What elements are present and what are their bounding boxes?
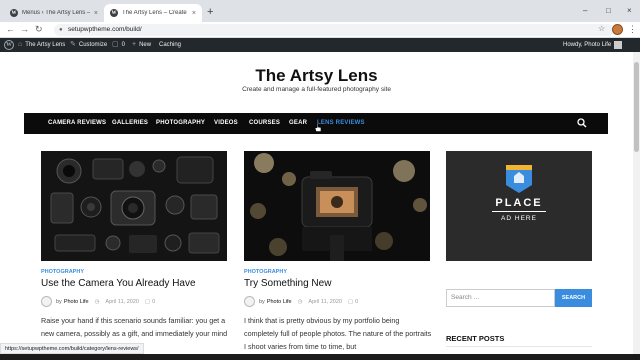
forward-icon[interactable]: → bbox=[20, 24, 29, 34]
maximize-button[interactable]: □ bbox=[606, 6, 611, 15]
author-link[interactable]: Photo Life bbox=[64, 299, 89, 305]
author-avatar bbox=[41, 296, 52, 307]
nav-item-courses[interactable]: COURSES bbox=[249, 113, 280, 134]
by-label: by bbox=[259, 298, 265, 305]
divider bbox=[446, 346, 592, 347]
close-icon[interactable]: × bbox=[192, 10, 196, 17]
howdy-account-link[interactable]: Howdy, Photo Life bbox=[563, 38, 623, 52]
author-avatar bbox=[244, 296, 255, 307]
browser-window: W Menus ‹ The Artsy Lens — WordPress × W… bbox=[0, 0, 640, 360]
post-date[interactable]: April 11, 2020 bbox=[308, 299, 342, 305]
wp-admin-bar: W ⌂ The Artsy Lens ✎ Customize ▢ 0 + New… bbox=[0, 38, 640, 52]
nav-item-galleries[interactable]: GALLERIES bbox=[112, 113, 148, 134]
site-title[interactable]: The Artsy Lens bbox=[0, 66, 633, 86]
ad-place-text: PLACE bbox=[495, 197, 543, 209]
home-icon: ⌂ bbox=[18, 41, 23, 48]
nav-item-videos[interactable]: VIDEOS bbox=[214, 113, 238, 134]
wordpress-icon: W bbox=[10, 9, 18, 17]
badge-logo-icon bbox=[506, 165, 532, 193]
plus-icon: + bbox=[132, 41, 137, 48]
customize-label: Customize bbox=[78, 42, 108, 48]
post-thumbnail-camera-bokeh[interactable] bbox=[244, 151, 430, 261]
wp-logo-button[interactable]: W bbox=[4, 38, 14, 52]
taskbar bbox=[0, 354, 640, 360]
caching-link[interactable]: Caching bbox=[159, 38, 181, 52]
back-icon[interactable]: ← bbox=[6, 24, 15, 34]
comment-icon: ▢ bbox=[347, 298, 354, 305]
lock-icon: ● bbox=[59, 27, 63, 33]
post-category-link[interactable]: PHOTOGRAPHY bbox=[244, 269, 287, 275]
howdy-label: Howdy, Photo Life bbox=[563, 42, 612, 48]
wordpress-logo-icon: W bbox=[4, 40, 14, 50]
caching-label: Caching bbox=[159, 42, 182, 48]
camera-bokeh-image bbox=[244, 151, 430, 261]
status-bar-url: https://setupwptheme.com/build/category/… bbox=[0, 343, 144, 354]
url-text: setupwptheme.com/build/ bbox=[68, 26, 142, 33]
tab-title: The Artsy Lens – Create and manage bbox=[122, 10, 188, 16]
minimize-button[interactable]: – bbox=[583, 6, 587, 15]
profile-avatar[interactable] bbox=[612, 24, 623, 35]
user-avatar bbox=[614, 41, 623, 49]
post-excerpt: I think that is pretty obvious by my por… bbox=[244, 316, 432, 351]
by-label: by bbox=[56, 298, 62, 305]
nav-item-lens-reviews[interactable]: LENS REVIEWS bbox=[317, 113, 365, 134]
admin-site-name-link[interactable]: ⌂ The Artsy Lens bbox=[18, 38, 65, 52]
sidebar-search-button[interactable]: SEARCH bbox=[555, 289, 592, 307]
site-tagline: Create and manage a full-featured photog… bbox=[242, 86, 391, 93]
post-meta: by Photo Life ◷ April 11, 2020 ▢ 0 bbox=[244, 296, 358, 307]
nav-item-gear[interactable]: GEAR bbox=[289, 113, 307, 134]
comment-icon: ▢ bbox=[144, 298, 151, 305]
post-meta: by Photo Life ◷ April 11, 2020 ▢ 0 bbox=[41, 296, 155, 307]
page-viewport: The Artsy Lens Create and manage a full-… bbox=[0, 52, 633, 354]
search-icon[interactable] bbox=[577, 118, 587, 128]
browser-menu-icon[interactable]: ⋮ bbox=[628, 24, 637, 35]
camera-gear-flatlay-image bbox=[41, 151, 227, 261]
tab-strip: W Menus ‹ The Artsy Lens — WordPress × W… bbox=[0, 0, 640, 22]
tab-title: Menus ‹ The Artsy Lens — WordPress bbox=[22, 10, 90, 16]
comments-count: 0 bbox=[121, 42, 125, 48]
clock-icon: ◷ bbox=[297, 298, 303, 305]
customize-link[interactable]: ✎ Customize bbox=[70, 38, 107, 52]
scrollbar-thumb[interactable] bbox=[634, 62, 639, 152]
admin-site-name: The Artsy Lens bbox=[25, 42, 66, 48]
new-tab-button[interactable]: + bbox=[207, 7, 213, 18]
bookmark-star-icon[interactable]: ☆ bbox=[598, 24, 605, 33]
sidebar-ad-banner[interactable]: PLACE AD HERE bbox=[446, 151, 592, 261]
clock-icon: ◷ bbox=[94, 298, 100, 305]
address-bar[interactable]: ● setupwptheme.com/build/ bbox=[54, 24, 614, 36]
tab-menus[interactable]: W Menus ‹ The Artsy Lens — WordPress × bbox=[4, 4, 104, 22]
comment-count[interactable]: 0 bbox=[355, 299, 358, 305]
wordpress-icon: W bbox=[110, 9, 118, 17]
new-label: New bbox=[139, 42, 152, 48]
post-date[interactable]: April 11, 2020 bbox=[105, 299, 139, 305]
ad-here-text: AD HERE bbox=[501, 215, 537, 222]
post-title-link[interactable]: Use the Camera You Already Have bbox=[41, 278, 196, 289]
post-title-link[interactable]: Try Something New bbox=[244, 278, 331, 289]
tab-the-artsy-lens[interactable]: W The Artsy Lens – Create and manage × bbox=[104, 4, 202, 22]
new-content-link[interactable]: + New bbox=[132, 38, 151, 52]
post-category-link[interactable]: PHOTOGRAPHY bbox=[41, 269, 84, 275]
ad-divider bbox=[492, 211, 546, 212]
close-icon[interactable]: × bbox=[94, 10, 98, 17]
nav-item-camera-reviews[interactable]: CAMERA REVIEWS bbox=[48, 113, 106, 134]
comments-link[interactable]: ▢ 0 bbox=[112, 38, 125, 52]
post-thumbnail-camera-gear[interactable] bbox=[41, 151, 227, 261]
reload-icon[interactable]: ↻ bbox=[35, 24, 43, 35]
toolbar: ← → ↻ ● setupwptheme.com/build/ ☆ ⋮ bbox=[0, 22, 640, 38]
mouse-cursor-icon bbox=[315, 123, 322, 132]
brush-icon: ✎ bbox=[70, 41, 76, 48]
author-link[interactable]: Photo Life bbox=[267, 299, 292, 305]
recent-posts-heading: RECENT POSTS bbox=[446, 334, 505, 343]
comment-count[interactable]: 0 bbox=[152, 299, 155, 305]
sidebar-search-input[interactable]: Search … bbox=[446, 289, 555, 307]
nav-item-photography[interactable]: PHOTOGRAPHY bbox=[156, 113, 205, 134]
window-close-button[interactable]: × bbox=[627, 6, 632, 15]
comment-icon: ▢ bbox=[112, 41, 119, 48]
page-scrollbar[interactable] bbox=[633, 52, 640, 354]
